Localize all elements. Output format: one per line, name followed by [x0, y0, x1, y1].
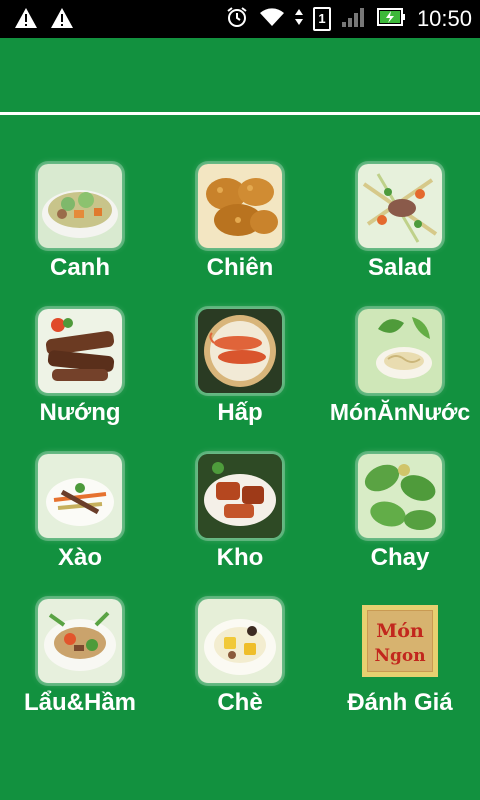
- stir-fry-icon[interactable]: [38, 454, 122, 538]
- category-label: Chè: [217, 689, 263, 716]
- sim-icon: 1: [312, 7, 331, 31]
- signal-icon: [341, 6, 367, 33]
- rating-sign-icon[interactable]: Món Ngon: [358, 599, 442, 683]
- category-label: MónĂnNước: [329, 399, 471, 425]
- data-arrows-icon: [294, 7, 303, 32]
- header-divider: [0, 112, 480, 115]
- category-label: Chiên: [206, 254, 274, 281]
- clock-time: 10:50: [416, 6, 472, 31]
- alarm-icon: [225, 5, 249, 34]
- category-salad[interactable]: Salad: [320, 164, 480, 294]
- warning-icon: [50, 7, 74, 34]
- status-bar: 1 10:50: [0, 0, 480, 38]
- sign-text-mon: Món: [376, 620, 424, 642]
- category-canh[interactable]: Canh: [0, 164, 160, 294]
- category-label: Nướng: [39, 399, 121, 426]
- battery-charging-icon: [376, 7, 407, 32]
- grilled-meat-icon[interactable]: [38, 309, 122, 393]
- category-label: Chay: [370, 544, 430, 571]
- category-label: Salad: [367, 254, 433, 281]
- category-kho[interactable]: Kho: [160, 454, 320, 584]
- category-lau-ham[interactable]: Lẩu&Hầm: [0, 599, 160, 729]
- steamed-shrimp-icon[interactable]: [198, 309, 282, 393]
- salad-icon[interactable]: [358, 164, 442, 248]
- category-chay[interactable]: Chay: [320, 454, 480, 584]
- noodle-soup-icon[interactable]: [358, 309, 442, 393]
- fried-chicken-icon[interactable]: [198, 164, 282, 248]
- category-label: Canh: [50, 254, 110, 281]
- wifi-icon: [259, 6, 285, 33]
- category-danh-gia[interactable]: Món Ngon Đánh Giá: [320, 599, 480, 729]
- header-bar: [0, 38, 480, 114]
- sign-text-ngon: Ngon: [374, 646, 425, 666]
- dessert-icon[interactable]: [198, 599, 282, 683]
- category-mon-an-nuoc[interactable]: MónĂnNước: [320, 309, 480, 439]
- category-label: Xào: [57, 544, 102, 571]
- vegetarian-roll-icon[interactable]: [358, 454, 442, 538]
- warning-icon: [14, 7, 38, 34]
- category-label: Lẩu&Hầm: [23, 689, 137, 716]
- hotpot-icon[interactable]: [38, 599, 122, 683]
- category-xao[interactable]: Xào: [0, 454, 160, 584]
- category-nuong[interactable]: Nướng: [0, 309, 160, 439]
- braised-fish-icon[interactable]: [198, 454, 282, 538]
- soup-dish-icon[interactable]: [38, 164, 122, 248]
- category-che[interactable]: Chè: [160, 599, 320, 729]
- category-label: Hấp: [217, 399, 263, 426]
- category-label: Kho: [216, 544, 264, 571]
- category-hap[interactable]: Hấp: [160, 309, 320, 439]
- category-label: Đánh Giá: [347, 689, 453, 716]
- category-chien[interactable]: Chiên: [160, 164, 320, 294]
